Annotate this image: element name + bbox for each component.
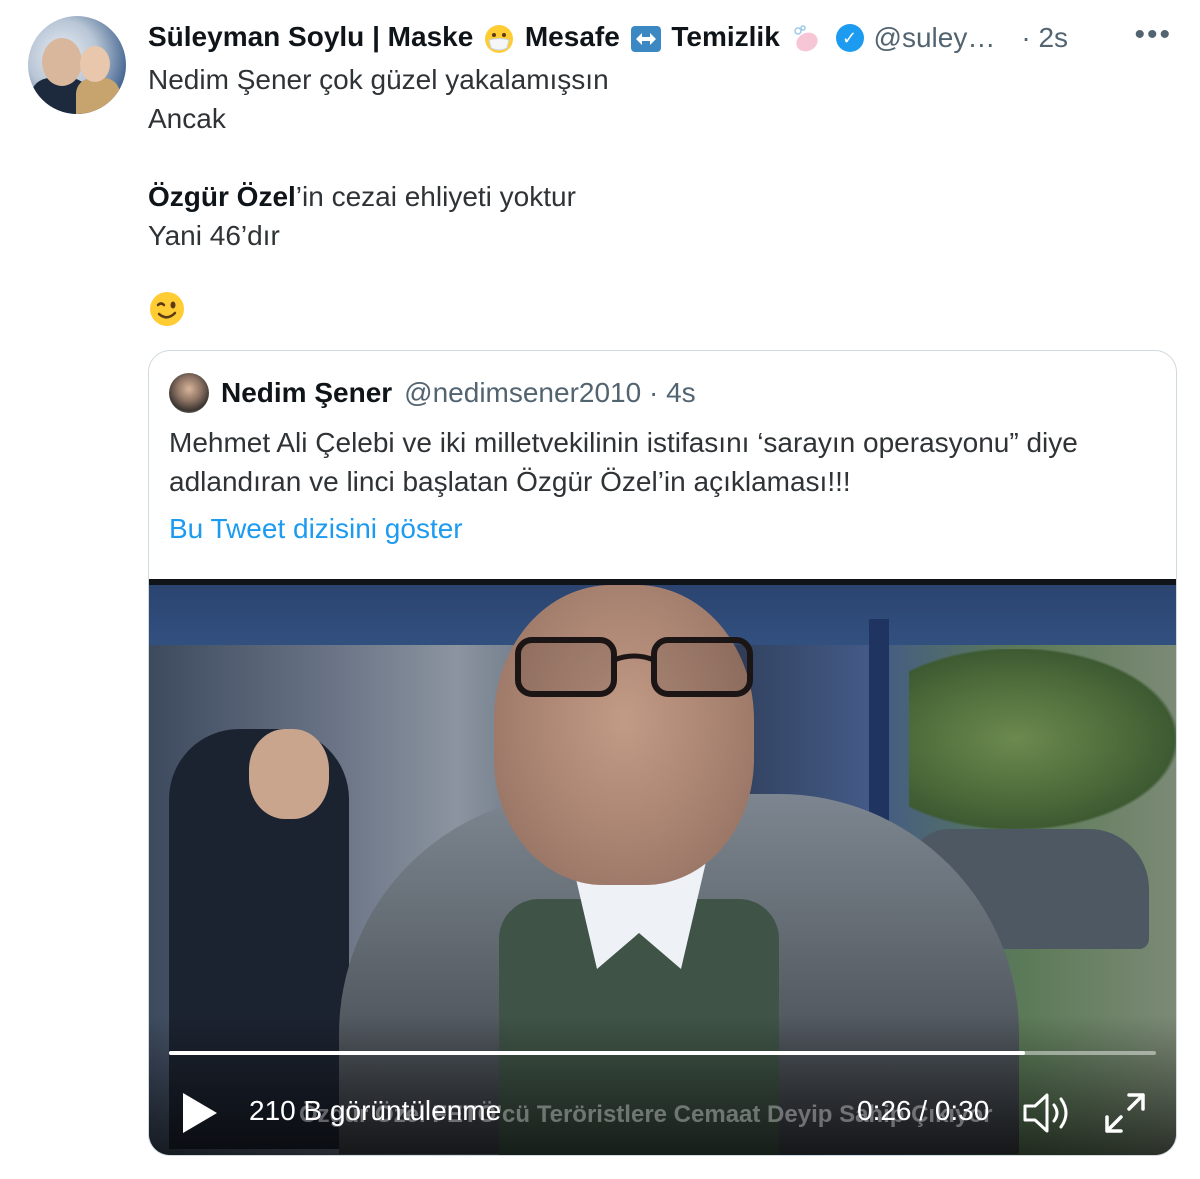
quoted-tweet[interactable]: Nedim Şener @nedimsener2010 · 4s Mehmet … <box>148 350 1177 1156</box>
quoted-author-handle[interactable]: @nedimsener2010 · 4s <box>404 377 695 409</box>
tweet-line-2: Ancak <box>148 103 226 134</box>
tweet-line-3: Özgür Özel’in cezai ehliyeti yoktur <box>148 181 576 212</box>
left-right-arrow-icon <box>630 25 661 52</box>
mask-emoji-icon <box>485 24 514 53</box>
play-icon[interactable] <box>179 1091 219 1135</box>
verified-badge-icon: ✓ <box>835 24 864 52</box>
tweet-line-4: Yani 46’dır <box>148 220 280 251</box>
show-thread-link[interactable]: Bu Tweet dizisini göster <box>169 513 463 545</box>
author-avatar[interactable] <box>28 16 126 114</box>
soap-emoji-icon <box>793 25 818 52</box>
quoted-tweet-text: Mehmet Ali Çelebi ve iki milletvekilinin… <box>169 427 1078 497</box>
tweet-header: Süleyman Soylu | Maske Mesafe Temizlik ✓… <box>148 16 1068 60</box>
tweet-line-1: Nedim Şener çok güzel yakalamışsın <box>148 64 609 95</box>
tweet-text: Nedim Şener çok güzel yakalamışsın Ancak… <box>148 60 609 255</box>
tweet-timestamp[interactable]: · 2s <box>1021 22 1068 54</box>
video-time: 0:26 / 0:30 <box>857 1095 990 1126</box>
video-controls: Özgür Özel FETÖ'cü Teröristlere Cemaat D… <box>149 1079 1176 1155</box>
quoted-author-avatar[interactable] <box>169 373 209 413</box>
view-count: 210 B görüntülenme <box>249 1095 502 1126</box>
author-handle[interactable]: @suley… <box>874 22 996 54</box>
quoted-tweet-header: Nedim Şener @nedimsener2010 · 4s <box>169 371 696 415</box>
volume-icon[interactable] <box>1021 1091 1073 1135</box>
more-options-icon[interactable]: ••• <box>1134 18 1172 52</box>
video-progress-fill <box>169 1051 1025 1055</box>
video-player[interactable]: Özgür Özel FETÖ'cü Teröristlere Cemaat D… <box>149 579 1176 1155</box>
quoted-author-name[interactable]: Nedim Şener <box>221 377 392 409</box>
fullscreen-icon[interactable] <box>1103 1091 1147 1135</box>
tweet-bold-name: Özgür Özel <box>148 181 296 212</box>
video-progress-bar[interactable] <box>169 1051 1156 1055</box>
wink-emoji-icon <box>150 292 184 326</box>
author-display-name[interactable]: Süleyman Soylu | Maske Mesafe Temizlik <box>148 21 824 55</box>
